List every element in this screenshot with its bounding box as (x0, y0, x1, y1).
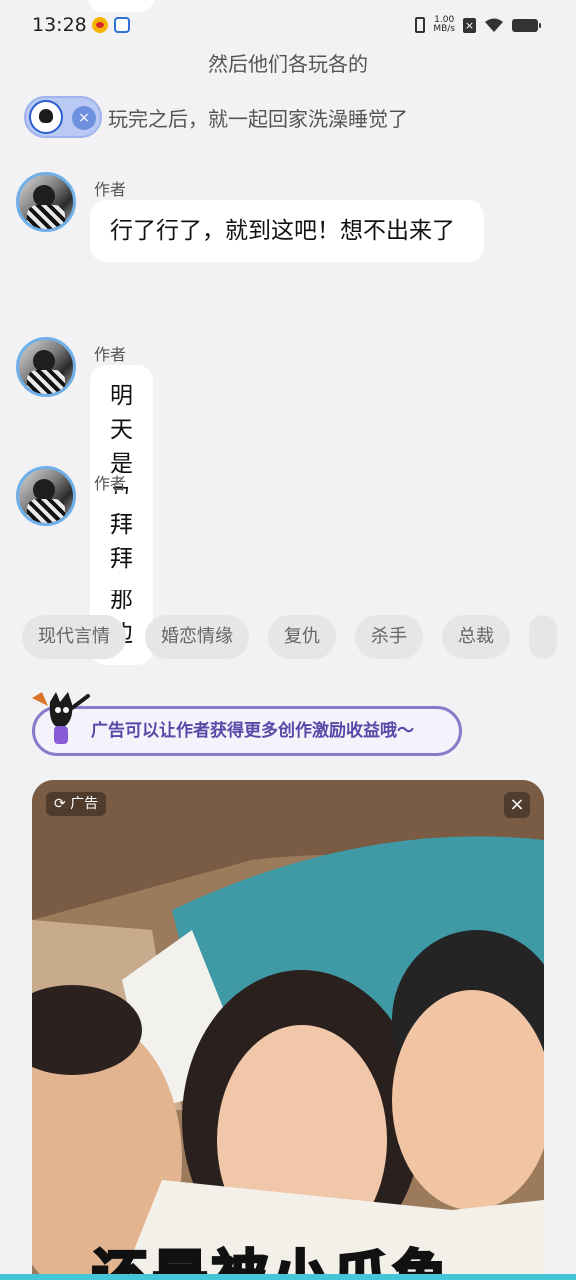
no-sim-icon: × (463, 17, 476, 33)
ad-notice-text: 广告可以让作者获得更多创作激励收益哦～ (91, 721, 414, 741)
status-time: 13:28 (32, 14, 87, 36)
tag-chip[interactable]: 婚恋情缘 (145, 615, 249, 659)
character-narration: × 玩完之后，就一起回家洗澡睡觉了 (24, 96, 408, 138)
bottom-indicator-bar (0, 1274, 576, 1280)
character-avatar (29, 100, 63, 134)
weibo-icon (92, 17, 108, 33)
ad-label: ⟳ 广告 (46, 792, 107, 816)
tag-chip[interactable] (529, 615, 557, 659)
status-bar: 13:28 1.00 MB/s × (0, 0, 576, 54)
previous-bubble-fragment (88, 0, 154, 12)
shield-icon (114, 17, 130, 33)
author-name: 作者 (94, 474, 127, 493)
author-name: 作者 (94, 180, 127, 199)
message-bubble: 行了行了，就到这吧！想不出来了 (90, 200, 484, 262)
author-avatar[interactable] (16, 337, 76, 397)
close-icon[interactable]: × (72, 106, 96, 130)
message-bubble: 拜拜 (90, 494, 153, 590)
ad-caption: 还是被小爪鱼 (91, 1244, 452, 1280)
author-avatar[interactable] (16, 172, 76, 232)
tag-chip[interactable]: 总裁 (442, 615, 510, 659)
author-avatar[interactable] (16, 466, 76, 526)
close-ad-button[interactable]: × (504, 792, 530, 818)
ad-photo (32, 780, 544, 1280)
tag-chip[interactable]: 现代言情 (22, 615, 126, 659)
reader-page: 13:28 1.00 MB/s × 然后他们各玩各的 × 玩完之后，就一起回家洗… (0, 0, 576, 1280)
ad-notice-banner: 广告可以让作者获得更多创作激励收益哦～ (32, 706, 462, 756)
author-name: 作者 (94, 345, 127, 364)
cat-mascot-icon (32, 692, 90, 744)
system-icons: 1.00 MB/s × (415, 16, 541, 34)
battery-icon (512, 18, 541, 32)
narration-line: 然后他们各玩各的 (208, 52, 368, 76)
tag-chip[interactable]: 杀手 (355, 615, 423, 659)
notification-icons (92, 17, 130, 33)
character-tag[interactable]: × (24, 96, 102, 138)
ad-label-text: 广告 (70, 796, 99, 812)
genre-tags: 现代言情 婚恋情缘 复仇 杀手 总裁 (22, 615, 557, 659)
narration-line: 玩完之后，就一起回家洗澡睡觉了 (108, 106, 408, 131)
vibrate-icon (415, 17, 426, 33)
network-speed: 1.00 MB/s (433, 16, 455, 34)
tag-chip[interactable]: 复仇 (268, 615, 336, 659)
ad-card[interactable]: ⟳ 广告 × 还是被小爪鱼 (32, 780, 544, 1280)
wifi-icon (485, 18, 503, 32)
network-speed-unit: MB/s (433, 24, 455, 34)
